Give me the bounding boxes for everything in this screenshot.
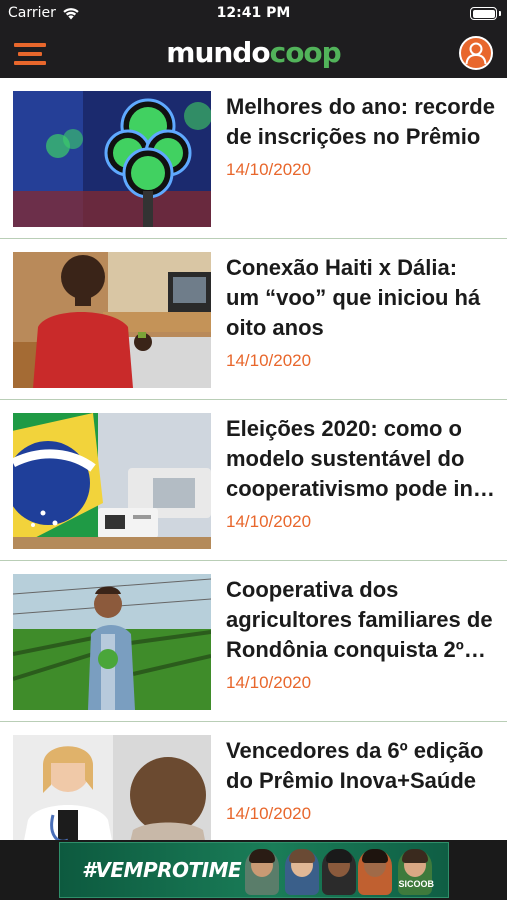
sicoob-logo: SICOOB [398,879,434,889]
status-bar: Carrier 12:41 PM [0,0,507,28]
nav-bar: mundocoop [0,28,507,78]
article-title: Melhores do ano: recorde de inscrições n… [226,94,495,149]
battery-icon [470,7,497,20]
article-item[interactable]: Cooperativa dos agricultores familiares … [0,561,507,722]
article-date: 14/10/2020 [226,804,312,823]
article-date: 14/10/2020 [226,351,312,370]
article-date: 14/10/2020 [226,673,312,692]
trophy-award-photo [13,91,211,227]
article-title: Cooperativa dos agricultores familiares … [226,577,493,662]
news-feed[interactable]: Melhores do ano: recorde de inscrições n… [0,78,507,840]
article-title: Vencedores da 6º edição do Prêmio Inova+… [226,738,484,793]
man-with-chimarrao-photo [13,252,211,388]
battery-tip [499,11,501,16]
ad-banner-text: #VEMPROTIME [82,858,242,882]
ad-person-image [285,849,319,895]
article-date: 14/10/2020 [226,512,312,531]
article-item[interactable]: Vencedores da 6º edição do Prêmio Inova+… [0,722,507,840]
article-item[interactable]: Melhores do ano: recorde de inscrições n… [0,78,507,239]
ad-banner: #VEMPROTIME SICOOB [0,840,507,900]
ballot-box-flag-photo [13,413,211,549]
doctor-photo [13,735,211,840]
farmer-greenhouse-photo [13,574,211,710]
ad-person-image [322,849,356,895]
article-date: 14/10/2020 [226,160,312,179]
status-time: 12:41 PM [216,5,291,21]
ad-person-image [358,849,392,895]
user-profile-icon[interactable] [459,36,493,70]
mundocoop-logo: mundocoop [166,36,341,69]
ad-banner-link[interactable]: #VEMPROTIME SICOOB [59,842,449,898]
ad-person-image [245,849,279,895]
article-title: Conexão Haiti x Dália: um “voo” que inic… [226,255,481,340]
article-title: Eleições 2020: como o modelo sustentável… [226,416,495,501]
article-item[interactable]: Conexão Haiti x Dália: um “voo” que inic… [0,239,507,400]
article-item[interactable]: Eleições 2020: como o modelo sustentável… [0,400,507,561]
